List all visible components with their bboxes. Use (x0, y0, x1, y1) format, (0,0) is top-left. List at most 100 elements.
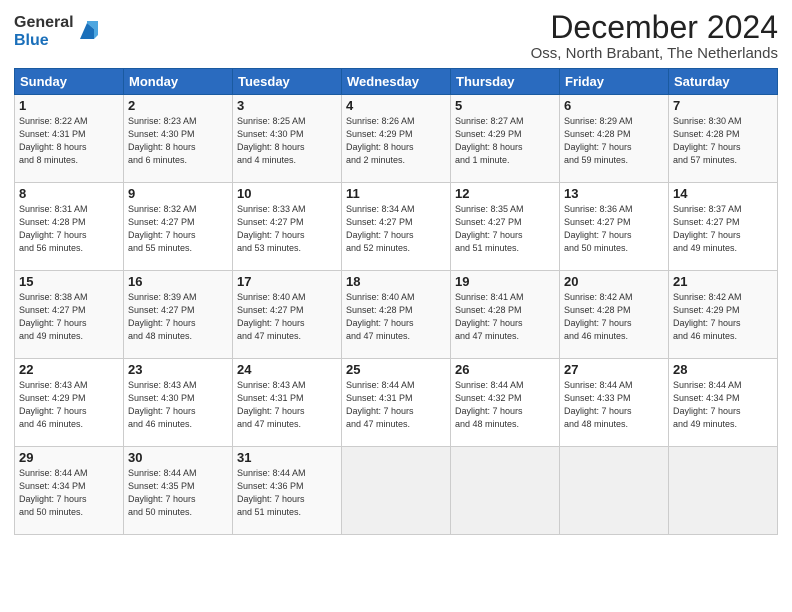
day-number: 8 (19, 186, 119, 201)
day-info: Sunrise: 8:40 AM Sunset: 4:28 PM Dayligh… (346, 291, 446, 343)
table-row: 6 Sunrise: 8:29 AM Sunset: 4:28 PM Daylig… (560, 95, 669, 183)
table-row: 2 Sunrise: 8:23 AM Sunset: 4:30 PM Daylig… (124, 95, 233, 183)
calendar-week-row: 29Sunrise: 8:44 AM Sunset: 4:34 PM Dayli… (15, 447, 778, 535)
day-number: 15 (19, 274, 119, 289)
day-number: 20 (564, 274, 664, 289)
day-info: Sunrise: 8:44 AM Sunset: 4:36 PM Dayligh… (237, 467, 337, 519)
day-info: Sunrise: 8:44 AM Sunset: 4:31 PM Dayligh… (346, 379, 446, 431)
col-wednesday: Wednesday (342, 69, 451, 95)
table-row: 22 Sunrise: 8:43 AM Sunset: 4:29 PM Dayli… (15, 359, 124, 447)
header: General Blue December 2024 Oss, North Br… (14, 10, 778, 62)
day-number: 4 (346, 98, 446, 113)
calendar-week-row: 22 Sunrise: 8:43 AM Sunset: 4:29 PM Dayli… (15, 359, 778, 447)
day-info: Sunrise: 8:42 AM Sunset: 4:28 PM Dayligh… (564, 291, 664, 343)
table-row: 31 Sunrise: 8:44 AM Sunset: 4:36 PM Dayli… (233, 447, 342, 535)
calendar-table: Sunday Monday Tuesday Wednesday Thursday… (14, 68, 778, 535)
day-info: Sunrise: 8:31 AM Sunset: 4:28 PM Dayligh… (19, 203, 119, 255)
table-row: 18 Sunrise: 8:40 AM Sunset: 4:28 PM Dayli… (342, 271, 451, 359)
table-row: 17 Sunrise: 8:40 AM Sunset: 4:27 PM Dayli… (233, 271, 342, 359)
day-number: 26 (455, 362, 555, 377)
day-number: 30 (128, 450, 228, 465)
table-row: 30 Sunrise: 8:44 AM Sunset: 4:35 PM Dayli… (124, 447, 233, 535)
day-info: Sunrise: 8:30 AM Sunset: 4:28 PM Dayligh… (673, 115, 773, 167)
day-number: 9 (128, 186, 228, 201)
table-row: 12Sunrise: 8:35 AM Sunset: 4:27 PM Dayli… (451, 183, 560, 271)
day-number: 2 (128, 98, 228, 113)
day-number: 27 (564, 362, 664, 377)
month-title: December 2024 (531, 10, 778, 45)
day-number: 11 (346, 186, 446, 201)
day-info: Sunrise: 8:35 AM Sunset: 4:27 PM Dayligh… (455, 203, 555, 255)
day-number: 18 (346, 274, 446, 289)
day-number: 3 (237, 98, 337, 113)
day-info: Sunrise: 8:44 AM Sunset: 4:32 PM Dayligh… (455, 379, 555, 431)
day-number: 6 (564, 98, 664, 113)
table-row: 26 Sunrise: 8:44 AM Sunset: 4:32 PM Dayli… (451, 359, 560, 447)
table-row: 19 Sunrise: 8:41 AM Sunset: 4:28 PM Dayli… (451, 271, 560, 359)
day-number: 5 (455, 98, 555, 113)
table-row: 11 Sunrise: 8:34 AM Sunset: 4:27 PM Dayli… (342, 183, 451, 271)
table-row: 28Sunrise: 8:44 AM Sunset: 4:34 PM Dayli… (669, 359, 778, 447)
calendar-week-row: 8 Sunrise: 8:31 AM Sunset: 4:28 PM Daylig… (15, 183, 778, 271)
day-info: Sunrise: 8:33 AM Sunset: 4:27 PM Dayligh… (237, 203, 337, 255)
title-block: December 2024 Oss, North Brabant, The Ne… (531, 10, 778, 62)
table-row: 27 Sunrise: 8:44 AM Sunset: 4:33 PM Dayli… (560, 359, 669, 447)
day-number: 29 (19, 450, 119, 465)
day-info: Sunrise: 8:34 AM Sunset: 4:27 PM Dayligh… (346, 203, 446, 255)
logo-blue-text: Blue (14, 32, 74, 50)
day-number: 19 (455, 274, 555, 289)
col-friday: Friday (560, 69, 669, 95)
day-info: Sunrise: 8:37 AM Sunset: 4:27 PM Dayligh… (673, 203, 773, 255)
day-number: 17 (237, 274, 337, 289)
logo-icon (76, 21, 98, 43)
day-info: Sunrise: 8:22 AM Sunset: 4:31 PM Dayligh… (19, 115, 119, 167)
table-row: 7 Sunrise: 8:30 AM Sunset: 4:28 PM Daylig… (669, 95, 778, 183)
table-row: 16 Sunrise: 8:39 AM Sunset: 4:27 PM Dayli… (124, 271, 233, 359)
day-number: 24 (237, 362, 337, 377)
logo-general-text: General (14, 14, 74, 32)
table-row: 20 Sunrise: 8:42 AM Sunset: 4:28 PM Dayli… (560, 271, 669, 359)
day-number: 7 (673, 98, 773, 113)
day-number: 14 (673, 186, 773, 201)
day-info: Sunrise: 8:44 AM Sunset: 4:33 PM Dayligh… (564, 379, 664, 431)
calendar-header-row: Sunday Monday Tuesday Wednesday Thursday… (15, 69, 778, 95)
day-info: Sunrise: 8:32 AM Sunset: 4:27 PM Dayligh… (128, 203, 228, 255)
table-row: 14 Sunrise: 8:37 AM Sunset: 4:27 PM Dayli… (669, 183, 778, 271)
day-number: 16 (128, 274, 228, 289)
calendar-week-row: 15 Sunrise: 8:38 AM Sunset: 4:27 PM Dayli… (15, 271, 778, 359)
day-info: Sunrise: 8:40 AM Sunset: 4:27 PM Dayligh… (237, 291, 337, 343)
day-number: 10 (237, 186, 337, 201)
day-info: Sunrise: 8:41 AM Sunset: 4:28 PM Dayligh… (455, 291, 555, 343)
table-row: 1 Sunrise: 8:22 AM Sunset: 4:31 PM Daylig… (15, 95, 124, 183)
table-row: 4Sunrise: 8:26 AM Sunset: 4:29 PM Daylig… (342, 95, 451, 183)
day-number: 13 (564, 186, 664, 201)
table-row: 29Sunrise: 8:44 AM Sunset: 4:34 PM Dayli… (15, 447, 124, 535)
table-row: 13Sunrise: 8:36 AM Sunset: 4:27 PM Dayli… (560, 183, 669, 271)
day-number: 22 (19, 362, 119, 377)
day-info: Sunrise: 8:43 AM Sunset: 4:30 PM Dayligh… (128, 379, 228, 431)
col-tuesday: Tuesday (233, 69, 342, 95)
subtitle: Oss, North Brabant, The Netherlands (531, 45, 778, 62)
calendar-week-row: 1 Sunrise: 8:22 AM Sunset: 4:31 PM Daylig… (15, 95, 778, 183)
day-info: Sunrise: 8:29 AM Sunset: 4:28 PM Dayligh… (564, 115, 664, 167)
col-sunday: Sunday (15, 69, 124, 95)
table-row: 25Sunrise: 8:44 AM Sunset: 4:31 PM Dayli… (342, 359, 451, 447)
day-info: Sunrise: 8:42 AM Sunset: 4:29 PM Dayligh… (673, 291, 773, 343)
table-row: 24 Sunrise: 8:43 AM Sunset: 4:31 PM Dayli… (233, 359, 342, 447)
table-row: 15 Sunrise: 8:38 AM Sunset: 4:27 PM Dayli… (15, 271, 124, 359)
day-info: Sunrise: 8:43 AM Sunset: 4:31 PM Dayligh… (237, 379, 337, 431)
day-number: 31 (237, 450, 337, 465)
day-number: 28 (673, 362, 773, 377)
col-thursday: Thursday (451, 69, 560, 95)
day-info: Sunrise: 8:23 AM Sunset: 4:30 PM Dayligh… (128, 115, 228, 167)
day-info: Sunrise: 8:38 AM Sunset: 4:27 PM Dayligh… (19, 291, 119, 343)
day-info: Sunrise: 8:44 AM Sunset: 4:35 PM Dayligh… (128, 467, 228, 519)
table-row (451, 447, 560, 535)
day-info: Sunrise: 8:43 AM Sunset: 4:29 PM Dayligh… (19, 379, 119, 431)
day-number: 1 (19, 98, 119, 113)
day-info: Sunrise: 8:39 AM Sunset: 4:27 PM Dayligh… (128, 291, 228, 343)
table-row: 21Sunrise: 8:42 AM Sunset: 4:29 PM Dayli… (669, 271, 778, 359)
col-monday: Monday (124, 69, 233, 95)
logo: General Blue (14, 14, 98, 49)
table-row: 3Sunrise: 8:25 AM Sunset: 4:30 PM Daylig… (233, 95, 342, 183)
